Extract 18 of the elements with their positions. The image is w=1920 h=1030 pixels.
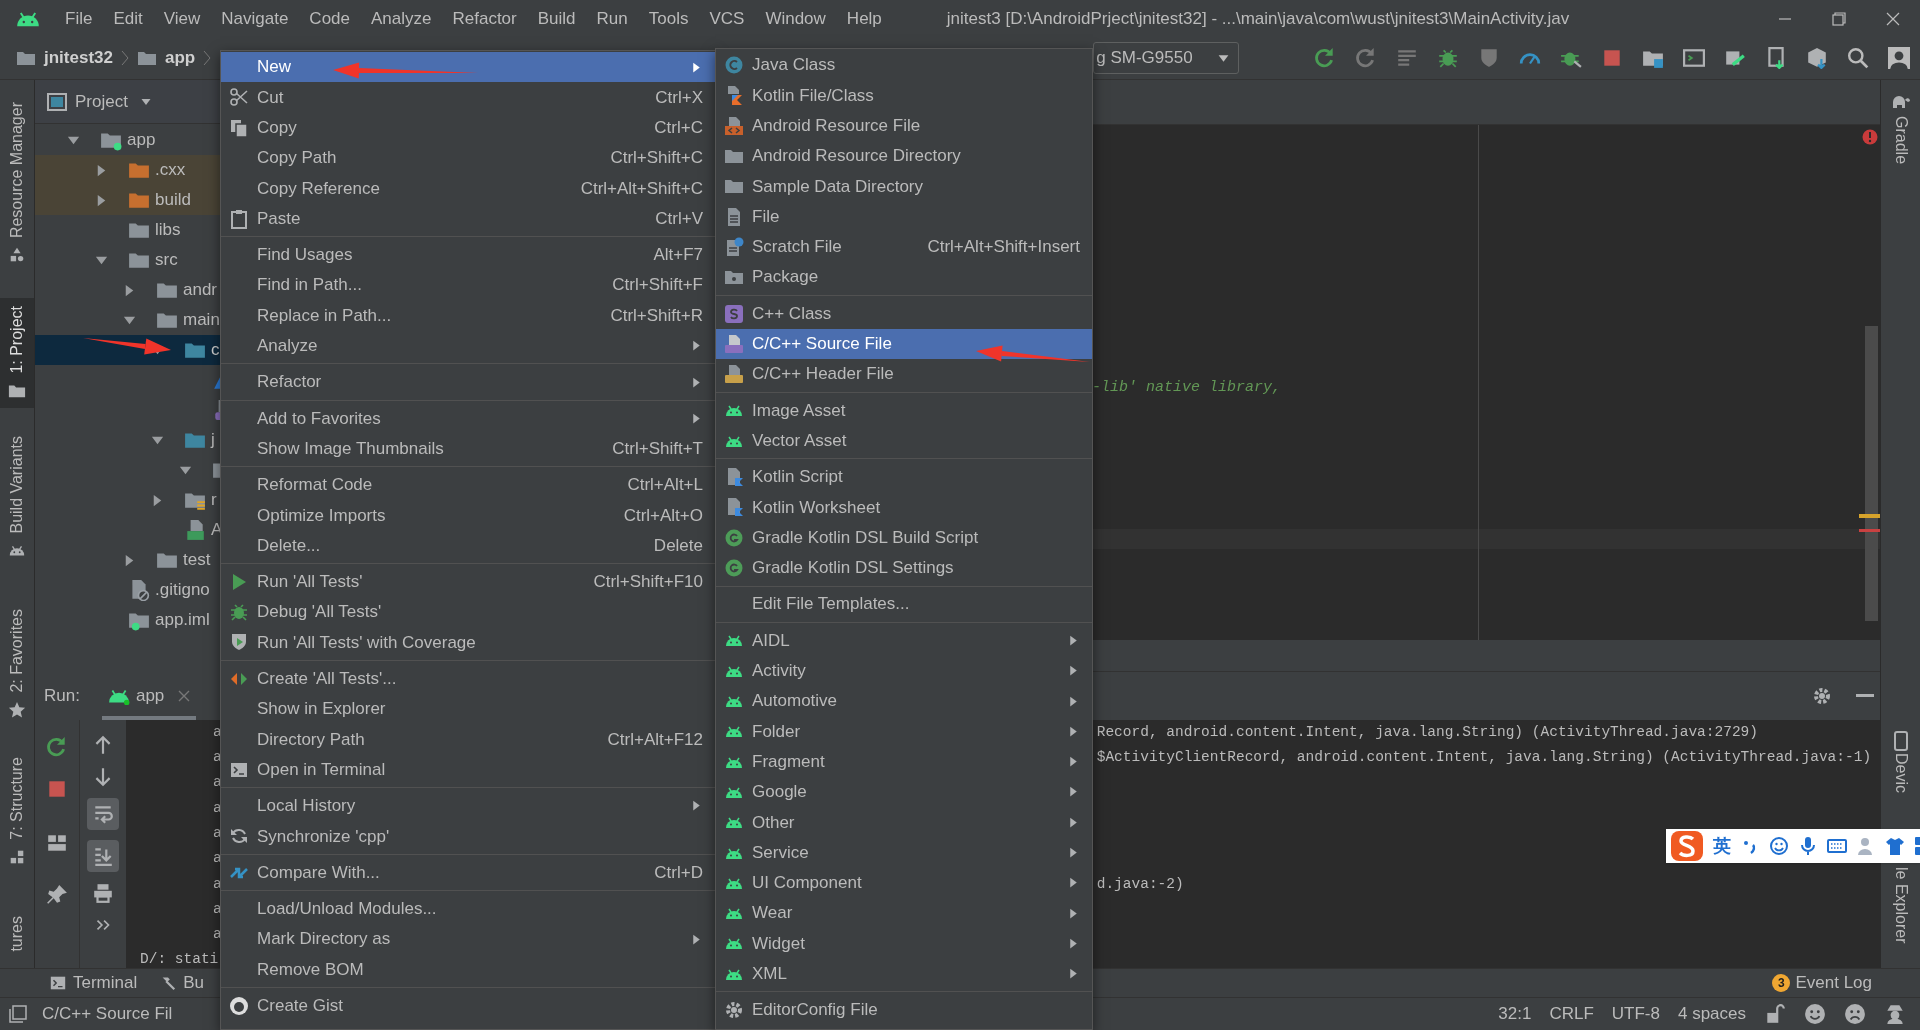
console-line: a bbox=[213, 823, 222, 843]
console-line: D/: stati bbox=[140, 950, 219, 968]
console-line: a bbox=[213, 899, 222, 919]
console-line: d.java:-2) bbox=[1096, 874, 1184, 894]
console-line: a bbox=[213, 748, 222, 768]
console-line: a bbox=[213, 722, 222, 742]
console-line: a bbox=[213, 798, 222, 818]
console-line: a bbox=[213, 849, 222, 869]
panel-label: Run: bbox=[44, 685, 80, 708]
notification-badge: 3 bbox=[1772, 974, 1791, 992]
console-line: a bbox=[213, 925, 222, 945]
code-comment: -lib' native library, bbox=[1092, 378, 1282, 398]
status-text: C/C++ Source Fil bbox=[42, 1003, 173, 1026]
window-title: jnitest3 [D:\AndroidPrject\jnitest32] - ...\main\java\com\wust\jnitest3\MainActivity.jav bbox=[946, 7, 1570, 30]
console-line: Record, android.content.Intent, java.lang.String) (ActivityThread.java:2729) bbox=[1096, 722, 1758, 742]
console-line: a bbox=[213, 874, 222, 894]
console-line: a bbox=[213, 773, 222, 793]
console-line: $ActivityClientRecord, android.content.Intent, java.lang.String) (ActivityThread.java:-1) bbox=[1096, 748, 1872, 768]
